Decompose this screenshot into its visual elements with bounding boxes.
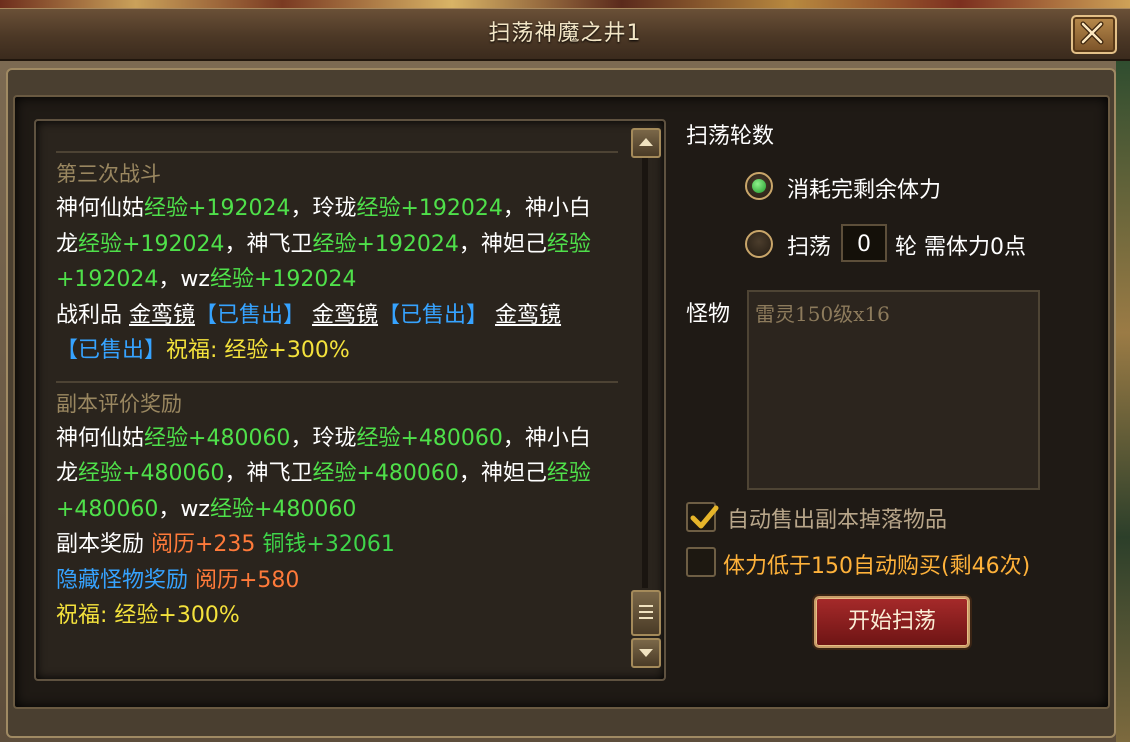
log-segment: ，玲珑 bbox=[290, 425, 357, 451]
grip-icon bbox=[639, 611, 653, 613]
checkmark-icon bbox=[690, 505, 719, 529]
log-segment: 经验+192024 bbox=[144, 196, 291, 221]
log-segment: 【已售出】 bbox=[378, 302, 496, 328]
option-rounds-suffix: 轮 需体力0点 bbox=[895, 235, 1026, 260]
sweep-log-content: 第三次战斗 神何仙姑经验+192024，玲珑经验+192024，神小白 龙经验+1… bbox=[56, 141, 618, 634]
log-segment: 战利品 bbox=[56, 302, 129, 328]
scroll-down-button[interactable] bbox=[631, 638, 661, 668]
battle-heading: 第三次战斗 bbox=[56, 162, 161, 186]
grip-icon bbox=[639, 617, 653, 619]
radio-selected-icon bbox=[752, 179, 766, 193]
log-segment: ，玲珑 bbox=[290, 196, 357, 221]
log-line: 【已售出】祝福: 经验+300% bbox=[56, 333, 618, 369]
dialog-title: 扫荡神魔之井1 bbox=[488, 21, 642, 46]
log-line: 祝福: 经验+300% bbox=[56, 598, 618, 634]
scroll-up-button[interactable] bbox=[631, 128, 661, 158]
log-line: 神何仙姑经验+192024，玲珑经验+192024，神小白 bbox=[56, 191, 618, 227]
log-segment: 经验+192024 bbox=[356, 196, 503, 221]
log-segment: 经验+480060 bbox=[312, 461, 459, 486]
log-segment: 经验 bbox=[546, 231, 591, 257]
grip-icon bbox=[639, 605, 653, 607]
log-segment: 【已售出】 bbox=[56, 338, 167, 363]
auto-buy-checkbox[interactable] bbox=[686, 547, 716, 577]
log-segment: 龙 bbox=[56, 231, 79, 257]
close-button[interactable] bbox=[1071, 15, 1117, 54]
log-segment: ，wz bbox=[158, 267, 210, 292]
log-segment: 经验+192024 bbox=[209, 267, 357, 292]
sweep-log[interactable]: 第三次战斗 神何仙姑经验+192024，玲珑经验+192024，神小白 龙经验+1… bbox=[34, 119, 666, 681]
item-link[interactable]: 金鸾镜 bbox=[312, 303, 378, 328]
game-background-right bbox=[1116, 60, 1130, 742]
log-segment: 经验+480060 bbox=[356, 425, 503, 451]
log-segment: 【已售出】 bbox=[195, 302, 313, 328]
divider bbox=[56, 380, 618, 383]
battle-lines: 神何仙姑经验+192024，玲珑经验+192024，神小白 龙经验+192024，… bbox=[56, 191, 618, 369]
arrow-up-icon bbox=[639, 138, 653, 146]
monster-list: 雷灵150级x16 bbox=[747, 290, 1040, 490]
arrow-down-icon bbox=[639, 649, 653, 657]
log-segment: 祝福: 经验+300% bbox=[56, 603, 240, 628]
scrollbar-thumb[interactable] bbox=[631, 590, 661, 636]
title-bar: 扫荡神魔之井1 bbox=[0, 8, 1130, 61]
scrollbar-track[interactable] bbox=[642, 156, 648, 588]
log-line: 副本奖励 阅历+235 铜钱+32061 bbox=[56, 527, 618, 563]
log-segment: 经验+480060 bbox=[144, 425, 291, 451]
log-segment: 祝福: 经验+300% bbox=[166, 338, 350, 363]
close-icon bbox=[1080, 21, 1104, 45]
log-segment: ，神飞卫 bbox=[224, 231, 313, 257]
reward-lines: 神何仙姑经验+480060，玲珑经验+480060，神小白 龙经验+480060，… bbox=[56, 421, 618, 634]
log-line: 战利品 金鸾镜【已售出】 金鸾镜【已售出】 金鸾镜 bbox=[56, 298, 618, 334]
log-segment: 隐藏怪物奖励 bbox=[56, 567, 195, 593]
log-line: +480060，wz经验+480060 bbox=[56, 492, 618, 528]
log-segment: 神何仙姑 bbox=[56, 425, 145, 451]
log-line: +192024，wz经验+192024 bbox=[56, 262, 618, 298]
log-segment: 阅历+580 bbox=[195, 567, 300, 593]
divider bbox=[56, 151, 618, 153]
auto-sell-checkbox[interactable] bbox=[686, 502, 719, 532]
log-line: 神何仙姑经验+480060，玲珑经验+480060，神小白 bbox=[56, 421, 618, 457]
log-segment: 经验 bbox=[546, 461, 591, 486]
reward-heading: 副本评价奖励 bbox=[56, 391, 182, 416]
log-segment: +192024 bbox=[56, 267, 159, 292]
auto-sell-label[interactable]: 自动售出副本掉落物品 bbox=[727, 502, 947, 534]
item-link[interactable]: 金鸾镜 bbox=[129, 303, 195, 328]
log-segment: 经验+192024 bbox=[312, 231, 459, 257]
auto-buy-label[interactable]: 体力低于150自动购买(剩46次) bbox=[723, 548, 1030, 580]
log-line: 龙经验+192024，神飞卫经验+192024，神妲己经验 bbox=[56, 227, 618, 263]
item-link[interactable]: 金鸾镜 bbox=[495, 303, 561, 328]
log-segment: ，wz bbox=[158, 496, 210, 522]
log-segment: 副本奖励 bbox=[56, 532, 151, 557]
log-segment: +480060 bbox=[56, 496, 159, 522]
log-segment: 铜钱+32061 bbox=[262, 532, 395, 557]
sweep-rounds-label: 扫荡轮数 bbox=[686, 124, 775, 149]
log-segment: 经验+480060 bbox=[209, 496, 357, 522]
radio-set-rounds[interactable] bbox=[745, 230, 773, 258]
log-segment: ，神飞卫 bbox=[224, 461, 313, 486]
radio-consume-all[interactable] bbox=[745, 172, 773, 200]
monster-label: 怪物 bbox=[686, 302, 731, 327]
option-consume-all-label[interactable]: 消耗完剩余体力 bbox=[787, 172, 941, 204]
log-segment: 阅历+235 bbox=[151, 532, 263, 557]
log-segment: ，神小白 bbox=[502, 196, 591, 221]
rounds-input[interactable]: 0 bbox=[841, 224, 887, 262]
log-segment: ，神妲己 bbox=[458, 461, 547, 486]
start-sweep-button[interactable]: 开始扫荡 bbox=[814, 596, 970, 648]
option-rounds-prefix[interactable]: 扫荡 bbox=[787, 229, 831, 261]
log-line: 隐藏怪物奖励 阅历+580 bbox=[56, 563, 618, 599]
log-segment: ，神小白 bbox=[502, 425, 591, 451]
log-segment: 经验+192024 bbox=[78, 231, 225, 257]
log-segment: 神何仙姑 bbox=[56, 196, 145, 221]
log-segment: 龙 bbox=[56, 461, 79, 486]
log-line: 龙经验+480060，神飞卫经验+480060，神妲己经验 bbox=[56, 456, 618, 492]
log-segment: ，神妲己 bbox=[458, 231, 547, 257]
log-segment: 经验+480060 bbox=[78, 461, 225, 486]
